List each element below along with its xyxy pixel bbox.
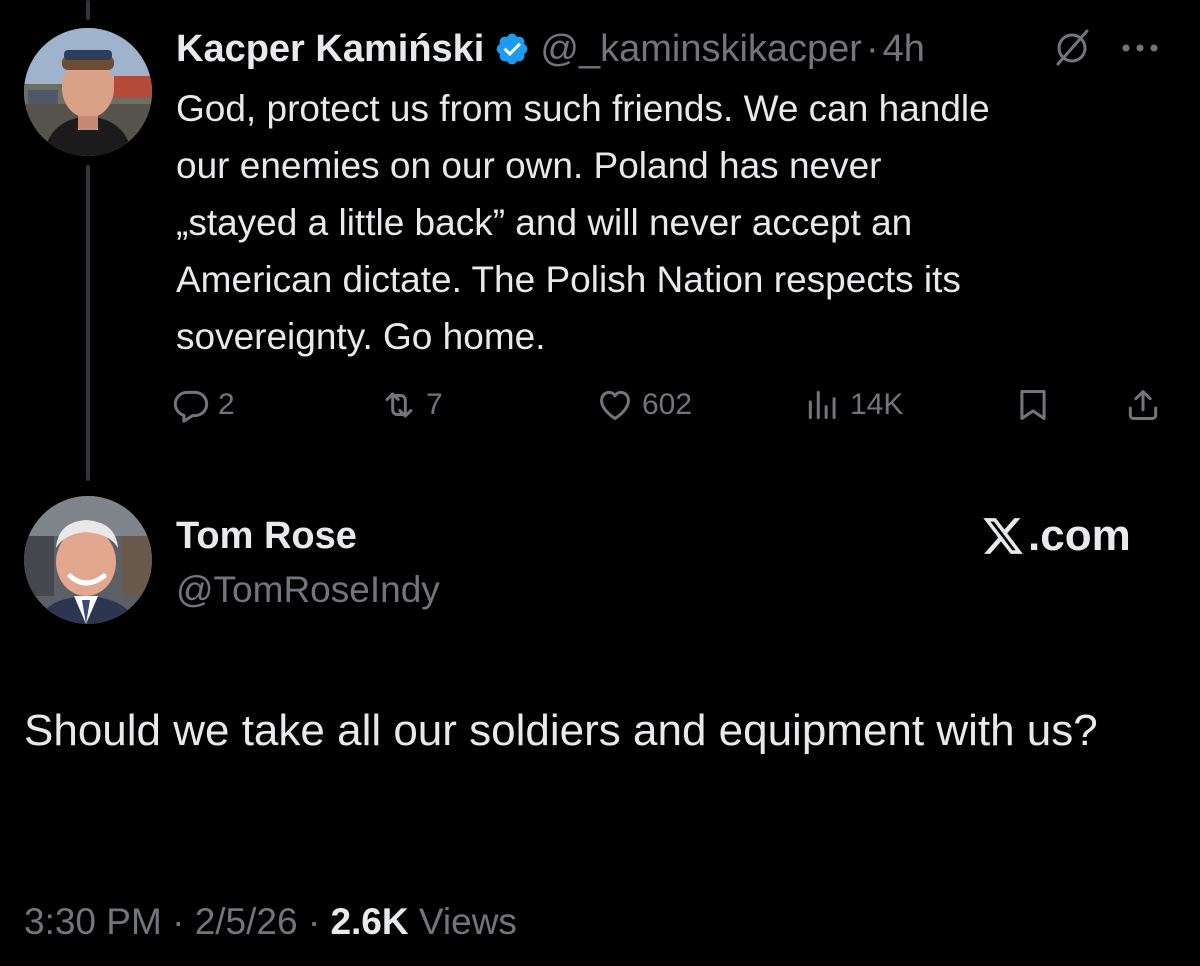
retweet-icon: [385, 392, 413, 418]
thread-line: [86, 165, 90, 481]
heart-icon: [600, 390, 630, 420]
separator-dot: ·: [307, 901, 321, 942]
more-icon[interactable]: [1118, 28, 1162, 68]
x-logo-icon: [983, 518, 1023, 554]
tweet-header: Kacper Kamiński @_kaminskikacper · 4h: [176, 24, 925, 74]
reply-author-handle[interactable]: @TomRoseIndy: [176, 566, 440, 614]
reply-count: 2: [218, 388, 235, 421]
tweet-text-line: our enemies on our own. Poland has never: [176, 145, 882, 186]
avatar-kacper[interactable]: [24, 28, 152, 156]
tweet-text-line: sovereignty. Go home.: [176, 316, 546, 357]
tweet-age[interactable]: 4h: [883, 28, 925, 71]
reply-header: Tom Rose @TomRoseIndy: [176, 512, 440, 614]
reply-views-label: Views: [418, 901, 517, 942]
grok-icon[interactable]: [1052, 28, 1092, 68]
views-icon: [808, 390, 836, 420]
share-icon: [1128, 390, 1158, 420]
reply-views-count[interactable]: 2.6K: [330, 901, 408, 942]
thread-line-top: [86, 0, 90, 20]
bookmark-icon: [1020, 390, 1046, 420]
verified-badge-icon: [497, 33, 528, 65]
avatar-tom[interactable]: [24, 496, 152, 624]
tweet-text-line: American dictate. The Polish Nation resp…: [176, 259, 961, 300]
reply-icon: [173, 390, 209, 423]
share-button[interactable]: [1124, 380, 1162, 430]
action-bar: 2 7 602 14K: [0, 380, 1200, 430]
tweet-time[interactable]: 3:30 PM: [24, 901, 162, 942]
x-watermark: .com: [980, 508, 1131, 564]
like-count: 602: [642, 388, 693, 421]
separator-dot: ·: [172, 901, 185, 942]
retweet-count: 7: [426, 388, 443, 421]
tweet-text-line: God, protect us from such friends. We ca…: [176, 88, 990, 129]
like-button[interactable]: 602: [596, 380, 692, 430]
x-watermark-label: .com: [1028, 511, 1131, 560]
separator-dot: ·: [865, 27, 879, 70]
reply-author-name[interactable]: Tom Rose: [176, 512, 440, 560]
views-count: 14K: [850, 388, 904, 421]
tweet-date[interactable]: 2/5/26: [195, 901, 298, 942]
tweet-meta: 3:30 PM · 2/5/26 · 2.6K Views: [24, 896, 517, 948]
tweet-text-line: „stayed a little back” and will never ac…: [176, 202, 913, 243]
reply-button[interactable]: 2: [172, 380, 235, 430]
tweet-text: God, protect us from such friends. We ca…: [176, 80, 1166, 365]
bookmark-button[interactable]: [1014, 380, 1052, 430]
author-name[interactable]: Kacper Kamiński: [176, 28, 484, 71]
author-handle[interactable]: @_kaminskikacper: [540, 28, 862, 71]
retweet-button[interactable]: 7: [380, 380, 443, 430]
views-button[interactable]: 14K: [804, 380, 903, 430]
reply-text: Should we take all our soldiers and equi…: [24, 706, 1098, 755]
